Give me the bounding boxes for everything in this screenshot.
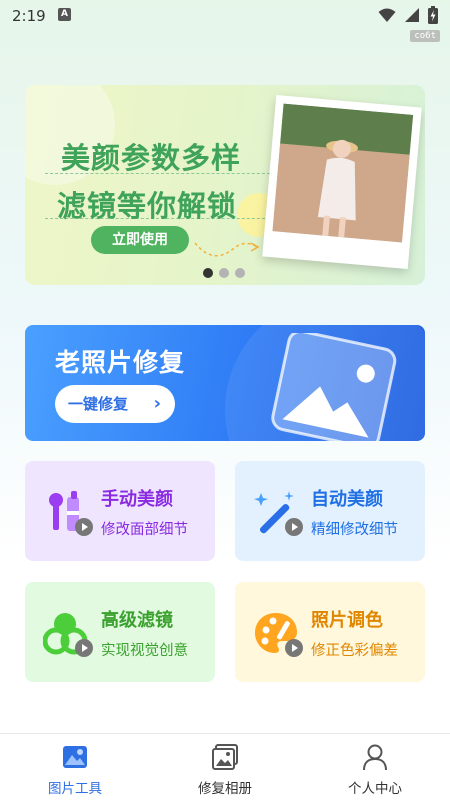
nav-item-image-tools[interactable]: 图片工具: [0, 734, 150, 800]
nav-item-profile[interactable]: 个人中心: [300, 734, 450, 800]
signal-icon: [405, 8, 419, 22]
tool-card-auto-beauty[interactable]: 自动美颜 精细修改细节: [235, 461, 425, 561]
tool-card-color-grading[interactable]: 照片调色 修正色彩偏差: [235, 582, 425, 682]
image-tools-icon: [63, 746, 87, 768]
bottom-navigation: 图片工具 修复相册 个人中心: [0, 733, 450, 800]
status-bar: 2:19 A co6t: [0, 0, 450, 42]
wifi-icon: [378, 8, 396, 22]
tool-title: 照片调色: [311, 610, 383, 631]
pagination-dot[interactable]: [203, 268, 213, 278]
photo-album-icon: [212, 744, 238, 770]
one-click-restore-button[interactable]: 一键修复 ›: [55, 385, 175, 423]
nav-label: 个人中心: [348, 781, 402, 797]
watermark-label: co6t: [410, 30, 440, 42]
restore-button-label: 一键修复: [68, 395, 129, 413]
play-icon: [285, 518, 303, 536]
tool-title: 自动美颜: [311, 489, 383, 510]
battery-charging-icon: [428, 6, 438, 24]
tool-title: 高级滤镜: [101, 610, 173, 631]
image-landscape-icon: [271, 333, 397, 441]
tool-title: 手动美颜: [101, 489, 173, 510]
banner-headline-2: 滤镜等你解锁: [57, 189, 238, 223]
tool-subtitle: 修改面部细节: [101, 522, 188, 538]
use-now-button[interactable]: 立即使用: [91, 226, 189, 254]
play-icon: [75, 518, 93, 536]
nav-item-photo-album[interactable]: 修复相册: [150, 734, 300, 800]
banner-headline-1: 美颜参数多样: [61, 141, 242, 175]
pagination-dot[interactable]: [235, 268, 245, 278]
nav-label: 图片工具: [48, 781, 102, 797]
banner-photo-frame: [262, 94, 422, 270]
tool-card-manual-beauty[interactable]: 手动美颜 修改面部细节: [25, 461, 215, 561]
tool-subtitle: 实现视觉创意: [101, 643, 188, 659]
user-icon: [363, 744, 387, 771]
tool-card-advanced-filter[interactable]: 高级滤镜 实现视觉创意: [25, 582, 215, 682]
a-letter-icon: A: [58, 8, 71, 21]
dashed-arrow-icon: [194, 242, 260, 257]
chevron-right-icon: ›: [153, 393, 161, 414]
pagination-dot[interactable]: [219, 268, 229, 278]
old-photo-restore-card[interactable]: 老照片修复 一键修复 ›: [25, 325, 425, 441]
status-icons: [378, 6, 438, 24]
banner-pagination: [203, 268, 245, 278]
status-time: 2:19: [12, 7, 46, 25]
play-icon: [75, 639, 93, 657]
banner-photo: [272, 103, 414, 243]
tool-subtitle: 修正色彩偏差: [311, 643, 398, 659]
restore-card-title: 老照片修复: [55, 348, 186, 377]
tool-subtitle: 精细修改细节: [311, 522, 398, 538]
promo-banner[interactable]: 美颜参数多样 滤镜等你解锁 立即使用: [25, 85, 425, 285]
nav-label: 修复相册: [198, 781, 252, 797]
play-icon: [285, 639, 303, 657]
